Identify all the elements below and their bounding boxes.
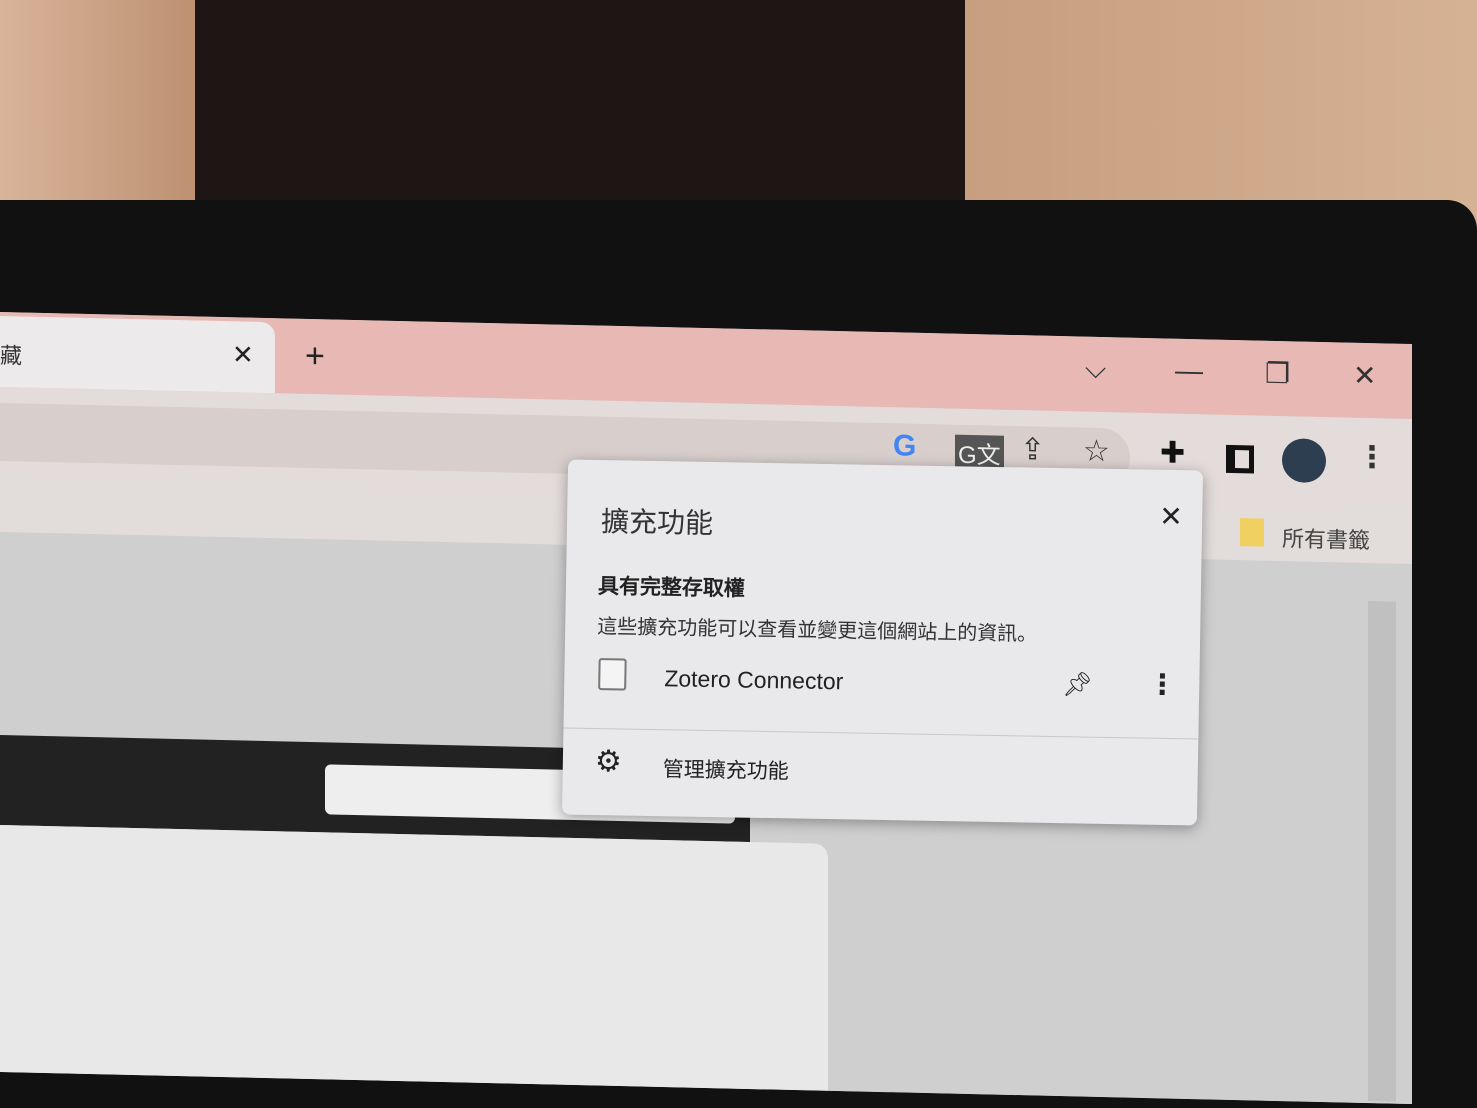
background-monitor	[195, 0, 965, 220]
tab-title: 藏	[0, 343, 23, 369]
close-window-button[interactable]: ✕	[1353, 359, 1376, 393]
all-bookmarks-button[interactable]: 所有書籤	[1282, 521, 1370, 555]
folder-icon	[1240, 518, 1264, 547]
divider	[563, 727, 1199, 740]
extension-item[interactable]: Zotero Connector 📌︎ ⋮	[564, 649, 1200, 730]
more-options-icon[interactable]: ⋮	[1148, 668, 1177, 701]
star-icon[interactable]: ☆	[1083, 434, 1110, 470]
close-icon[interactable]: ✕	[232, 339, 254, 370]
pin-icon[interactable]: 📌︎	[1062, 670, 1093, 700]
share-icon[interactable]: ⇪	[1020, 432, 1045, 468]
page-card	[0, 825, 828, 1091]
new-tab-button[interactable]: +	[305, 337, 325, 376]
scrollbar[interactable]	[1368, 601, 1396, 1102]
google-icon[interactable]: G	[893, 429, 916, 464]
section-heading: 具有完整存取權	[597, 575, 746, 601]
side-panel-icon[interactable]	[1226, 444, 1254, 474]
minimize-button[interactable]: —	[1175, 355, 1203, 388]
profile-icon[interactable]	[1282, 438, 1326, 484]
restore-button[interactable]: ❐	[1265, 357, 1290, 391]
extensions-popup: 擴充功能 ✕ 具有完整存取權 這些擴充功能可以查看並變更這個網站上的資訊。 Zo…	[561, 459, 1204, 826]
extensions-icon[interactable]: ✚	[1160, 435, 1185, 471]
extension-name: Zotero Connector	[664, 665, 844, 695]
more-icon[interactable]: ⋮	[1357, 440, 1387, 476]
gear-icon: ⚙	[594, 745, 623, 779]
popup-title: 擴充功能	[600, 506, 714, 540]
manage-extensions-label: 管理擴充功能	[662, 758, 789, 784]
extension-icon	[598, 658, 627, 691]
close-icon[interactable]: ✕	[1159, 500, 1183, 533]
manage-extensions-button[interactable]: ⚙ 管理擴充功能	[562, 741, 1198, 812]
translate-icon[interactable]: G文	[955, 434, 1004, 471]
tab-active[interactable]: 藏 ✕	[0, 316, 275, 394]
tab-search-button[interactable]: ⌵	[1085, 353, 1106, 386]
section-description: 這些擴充功能可以查看並變更這個網站上的資訊。	[597, 616, 1038, 646]
